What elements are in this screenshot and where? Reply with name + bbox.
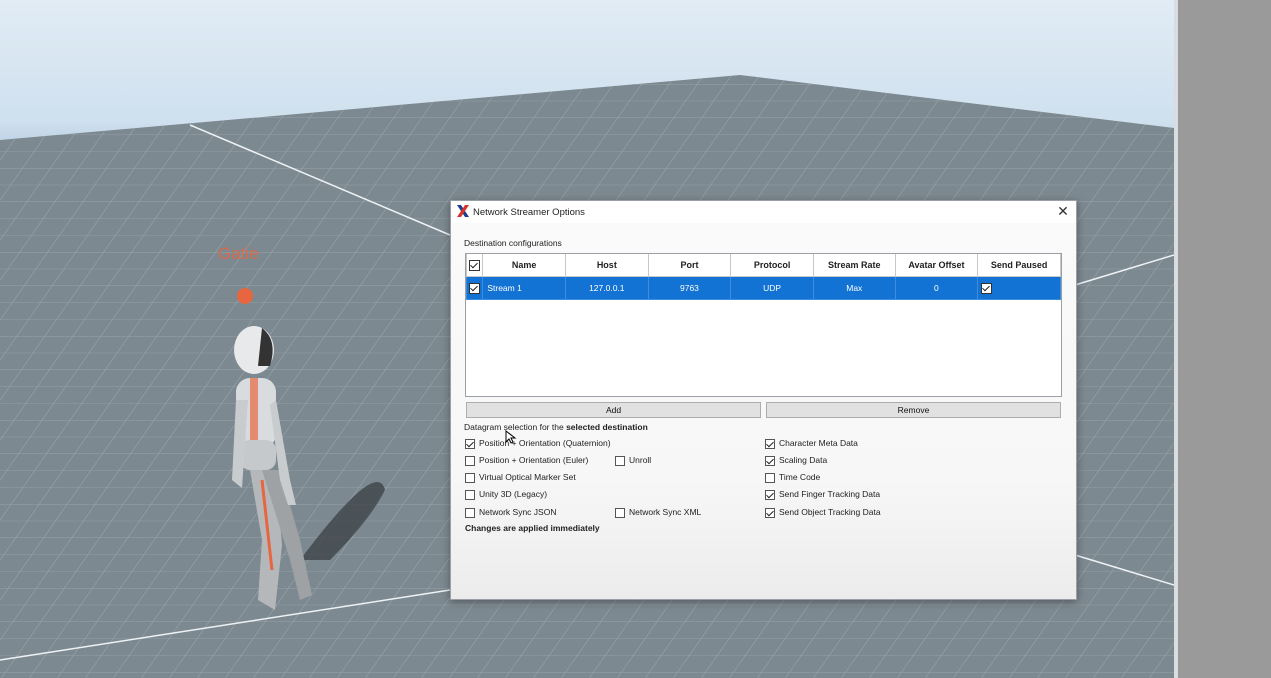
- cell-protocol[interactable]: UDP: [730, 276, 814, 300]
- option-position-orientation-euler[interactable]: Position + Orientation (Euler): [465, 455, 588, 466]
- cell-port[interactable]: 9763: [647, 276, 732, 300]
- option-label: Scaling Data: [779, 455, 828, 465]
- add-button[interactable]: Add: [466, 402, 761, 418]
- column-header-avatar-offset[interactable]: Avatar Offset: [894, 254, 979, 277]
- option-label: Time Code: [779, 472, 821, 482]
- cell-host[interactable]: 127.0.0.1: [564, 276, 649, 300]
- option-character-meta-data[interactable]: Character Meta Data: [765, 438, 858, 449]
- checkbox-icon[interactable]: [765, 507, 775, 518]
- option-unroll[interactable]: Unroll: [615, 455, 651, 466]
- option-label: Network Sync XML: [629, 507, 702, 517]
- option-network-sync-json[interactable]: Network Sync JSON: [465, 507, 556, 518]
- column-header-protocol[interactable]: Protocol: [730, 254, 814, 277]
- option-label: Unroll: [629, 455, 652, 465]
- checkbox-icon[interactable]: [765, 489, 775, 500]
- table-row[interactable]: Stream 1 127.0.0.1 9763 UDP Max 0: [465, 276, 1061, 300]
- option-send-object-tracking-data[interactable]: Send Object Tracking Data: [765, 507, 881, 518]
- option-label: Virtual Optical Marker Set: [479, 472, 576, 482]
- mouse-cursor-icon: [505, 430, 517, 444]
- column-header-send-paused[interactable]: Send Paused: [977, 254, 1061, 277]
- option-label: Unity 3D (Legacy): [479, 489, 548, 499]
- checkbox-icon[interactable]: [465, 472, 475, 483]
- datagram-selection-label: Datagram selection for the selected dest…: [464, 422, 648, 432]
- column-header-name[interactable]: Name: [482, 254, 566, 277]
- datagram-label-bold: selected destination: [566, 422, 648, 432]
- cell-name[interactable]: Stream 1: [482, 276, 566, 300]
- checkbox-icon[interactable]: [615, 455, 625, 466]
- checkbox-icon[interactable]: [465, 438, 475, 449]
- checkbox-icon[interactable]: [765, 455, 775, 466]
- checkbox-icon[interactable]: [765, 438, 775, 449]
- cell-send-paused[interactable]: [977, 276, 1061, 300]
- option-scaling-data[interactable]: Scaling Data: [765, 455, 827, 466]
- option-label: Network Sync JSON: [479, 507, 557, 517]
- option-label: Send Object Tracking Data: [779, 507, 881, 517]
- option-time-code[interactable]: Time Code: [765, 472, 820, 483]
- row-enabled-checkbox[interactable]: [469, 282, 481, 294]
- side-panel-edge: [1174, 0, 1271, 678]
- column-header-host[interactable]: Host: [564, 254, 649, 277]
- option-label: Character Meta Data: [779, 438, 858, 448]
- checkbox-icon[interactable]: [465, 507, 475, 518]
- cell-avatar-offset[interactable]: 0: [894, 276, 979, 300]
- option-label: Position + Orientation (Quaternion): [479, 438, 611, 448]
- cell-stream-rate[interactable]: Max: [812, 276, 896, 300]
- column-header-port[interactable]: Port: [647, 254, 732, 277]
- option-label: Position + Orientation (Euler): [479, 455, 589, 465]
- destination-configurations-label: Destination configurations: [464, 238, 562, 248]
- option-unity-3d-legacy[interactable]: Unity 3D (Legacy): [465, 489, 547, 500]
- checkbox-icon[interactable]: [465, 489, 475, 500]
- dialog-titlebar[interactable]: Network Streamer Options ✕: [451, 201, 1076, 223]
- x-logo-icon: [457, 205, 469, 217]
- table-header-row: Name Host Port Protocol Stream Rate Avat…: [465, 254, 1061, 277]
- changes-applied-note: Changes are applied immediately: [465, 523, 600, 533]
- destinations-table[interactable]: Name Host Port Protocol Stream Rate Avat…: [465, 253, 1062, 397]
- option-virtual-optical-marker-set[interactable]: Virtual Optical Marker Set: [465, 472, 576, 483]
- dialog-title: Network Streamer Options: [473, 207, 585, 218]
- checkbox-icon[interactable]: [615, 507, 625, 518]
- send-paused-checkbox[interactable]: [981, 282, 993, 294]
- network-streamer-options-dialog: Network Streamer Options ✕ Destination c…: [450, 200, 1077, 600]
- remove-button[interactable]: Remove: [766, 402, 1061, 418]
- option-send-finger-tracking-data[interactable]: Send Finger Tracking Data: [765, 489, 880, 500]
- character-name-label: Gatie: [218, 244, 259, 263]
- checkbox-icon[interactable]: [765, 472, 775, 483]
- option-network-sync-xml[interactable]: Network Sync XML: [615, 507, 701, 518]
- option-label: Send Finger Tracking Data: [779, 489, 881, 499]
- option-position-orientation-quaternion[interactable]: Position + Orientation (Quaternion): [465, 438, 611, 449]
- column-header-stream-rate[interactable]: Stream Rate: [812, 254, 896, 277]
- close-button[interactable]: ✕: [1054, 202, 1072, 220]
- select-all-checkbox[interactable]: [469, 259, 481, 271]
- row-enabled-cell[interactable]: [465, 276, 484, 300]
- checkbox-icon[interactable]: [465, 455, 475, 466]
- select-all-header[interactable]: [465, 254, 484, 277]
